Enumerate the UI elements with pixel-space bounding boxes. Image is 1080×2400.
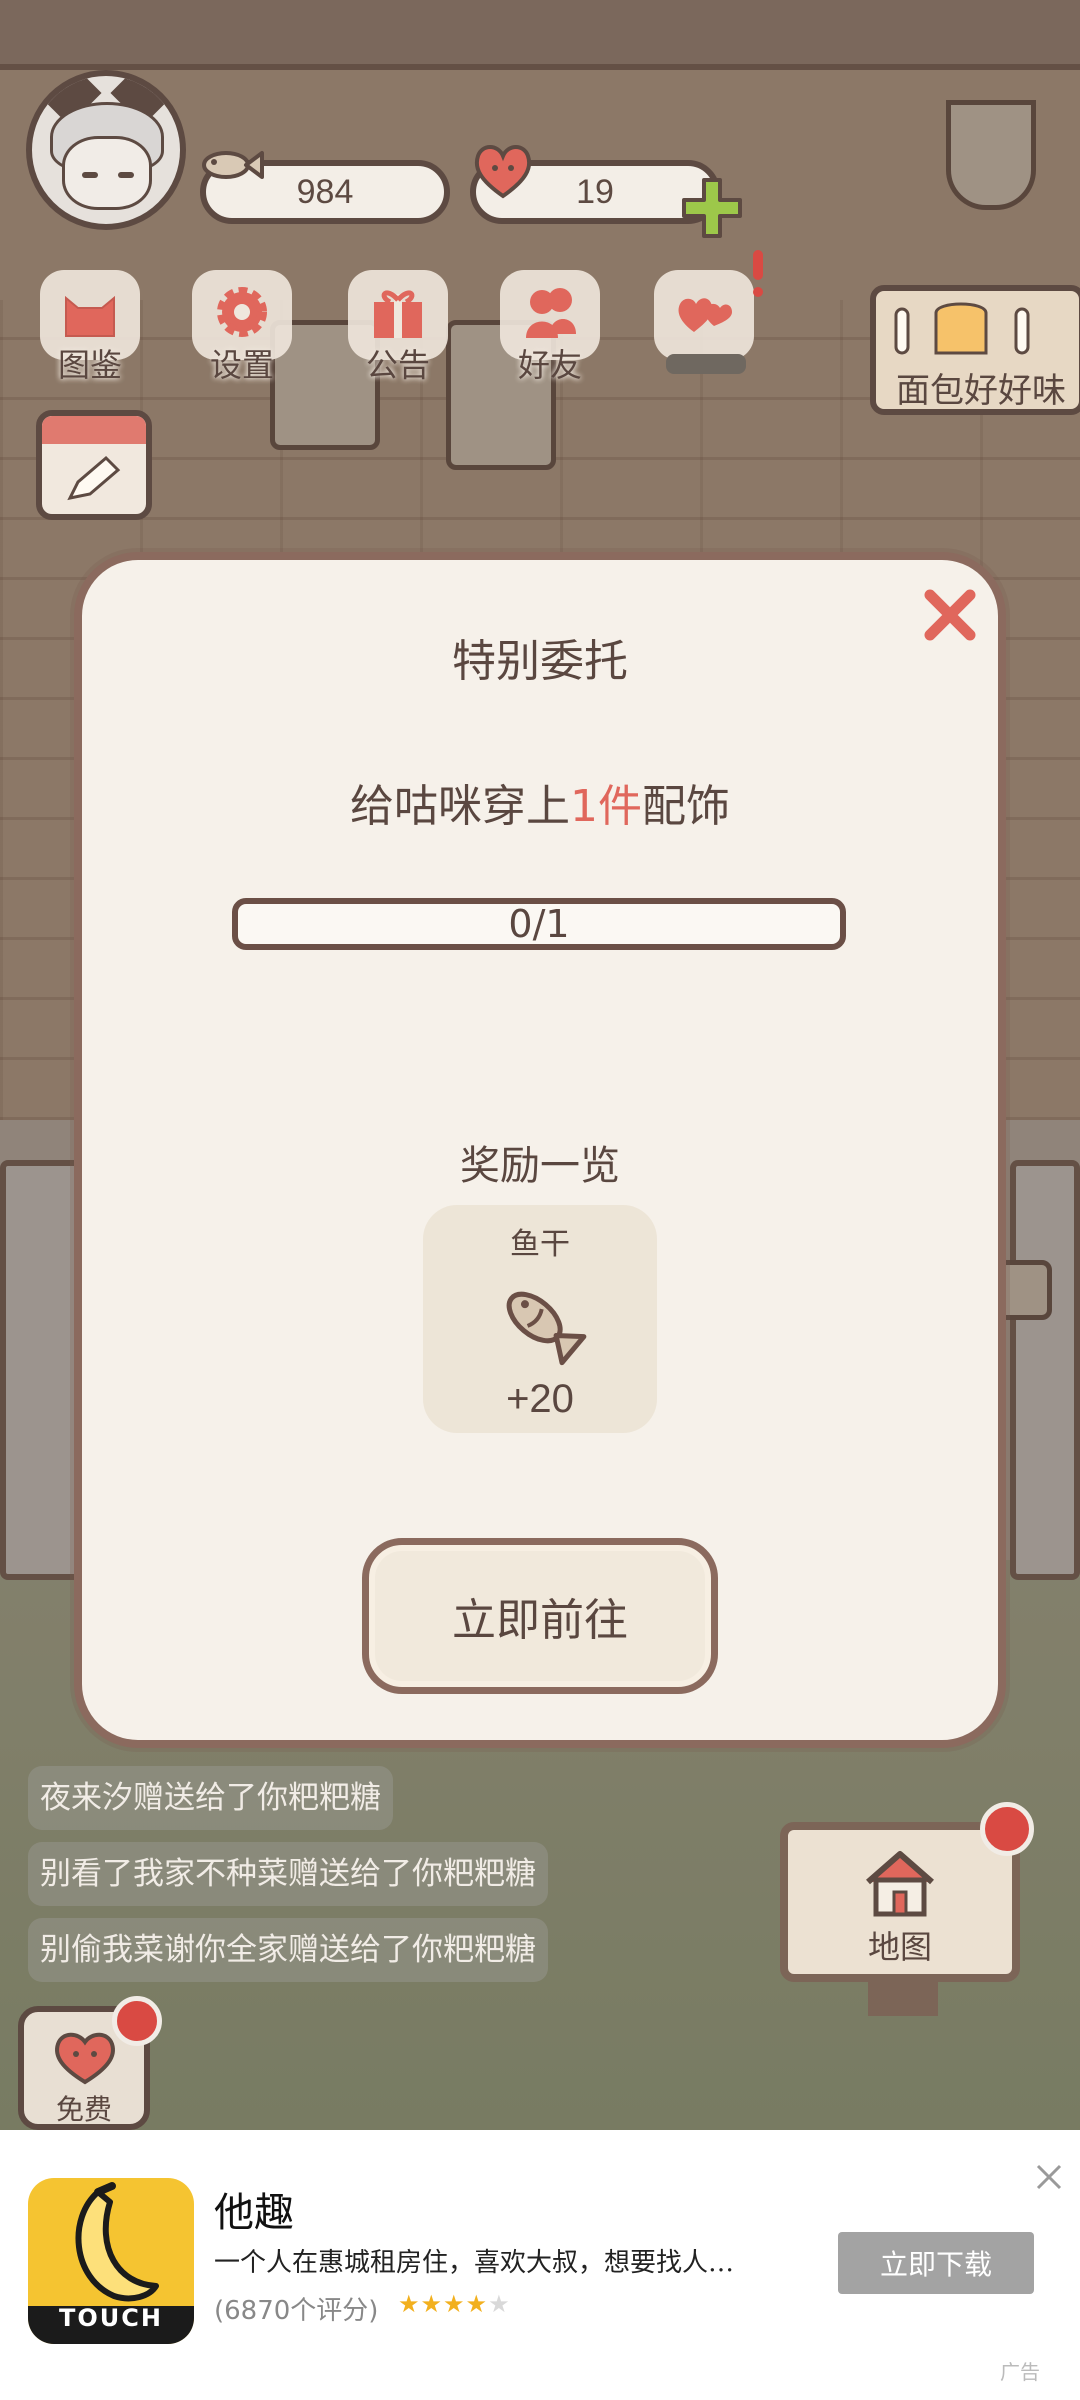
- star-icon: ★★★★: [398, 2290, 489, 2318]
- task-count: 1件: [570, 781, 642, 832]
- gift-icon: [374, 290, 422, 338]
- ad-app-title: 他趣: [214, 2190, 294, 2236]
- task-suffix: 配饰: [642, 781, 730, 832]
- free-label: 免费: [55, 2093, 112, 2126]
- ad-description: 一个人在惠城租房住，喜欢大叔，想要找人…: [214, 2248, 735, 2278]
- progress-text: 0/1: [508, 902, 570, 946]
- download-button[interactable]: 立即下载: [838, 2232, 1034, 2294]
- map-button[interactable]: 地图: [780, 1822, 1020, 1982]
- map-sign-post: [868, 1976, 938, 2016]
- rating-stars: ★★★★★: [398, 2290, 511, 2318]
- ad-rating-count: (6870个评分): [214, 2296, 379, 2326]
- bread-utensils-icon: [894, 302, 1030, 355]
- menu-settings-label: 设置: [209, 346, 274, 384]
- calendar-button[interactable]: [36, 410, 152, 520]
- menu-settings-button[interactable]: 设置: [182, 270, 302, 390]
- menu-friends-label: 好友: [517, 346, 582, 384]
- gift-log-item: 别看了我家不种菜赠送给了你粑粑糖: [28, 1842, 548, 1906]
- friends-icon: [526, 288, 576, 338]
- heart-face-icon: [55, 2032, 115, 2085]
- bread-shop-sign[interactable]: 面包好好味: [870, 285, 1080, 415]
- menu-announcement-label: 公告: [365, 346, 430, 384]
- ad-label: 广告: [1000, 2360, 1040, 2384]
- fish-count: 984: [296, 172, 354, 211]
- menu-friends-button[interactable]: 好友: [490, 270, 610, 390]
- map-label: 地图: [867, 1928, 932, 1966]
- menu-collection-button[interactable]: 图鉴: [30, 270, 150, 390]
- bread-shop-name: 面包好好味: [896, 371, 1066, 411]
- menu-collection-label: 图鉴: [57, 346, 122, 384]
- map-notification-dot: [980, 1802, 1034, 1856]
- task-prefix: 给咕咪穿上: [350, 781, 570, 832]
- reward-card[interactable]: 鱼干 +20: [423, 1205, 657, 1433]
- reward-amount: +20: [506, 1377, 574, 1421]
- heart-count: 19: [576, 172, 614, 211]
- task-description: 给咕咪穿上1件配饰: [74, 770, 1006, 834]
- menu-mailbox-button[interactable]: [644, 270, 764, 390]
- heart-icon: [474, 145, 532, 199]
- fish-icon: [506, 1291, 587, 1366]
- cat-face-icon: [65, 295, 115, 337]
- hearts-icon: [678, 298, 732, 332]
- pencil-icon: [67, 455, 121, 501]
- menu-announcement-button[interactable]: 公告: [338, 270, 458, 390]
- banana-icon: [75, 2182, 159, 2302]
- app-logo[interactable]: TOUCH: [28, 2178, 194, 2344]
- gift-log-item: 别偷我菜谢你全家赠送给了你粑粑糖: [28, 1918, 548, 1982]
- ad-banner[interactable]: TOUCH 他趣 一个人在惠城租房住，喜欢大叔，想要找人… (6870个评分) …: [0, 2130, 1080, 2400]
- gear-icon: [217, 287, 267, 337]
- rewards-heading: 奖励一览: [460, 1143, 620, 1189]
- add-hearts-button[interactable]: [680, 176, 744, 240]
- house-icon: [866, 1851, 934, 1917]
- reward-name: 鱼干: [510, 1227, 570, 1262]
- free-notification-dot: [112, 1996, 162, 2046]
- notification-exclamation-icon: [753, 250, 763, 297]
- ad-close-icon[interactable]: [1034, 2162, 1064, 2192]
- task-progress-bar: 0/1: [232, 898, 846, 950]
- star-empty-icon: ★: [488, 2290, 511, 2318]
- fish-icon: [202, 151, 264, 179]
- dialog-title: 特别委托: [452, 636, 628, 687]
- app-logo-text: TOUCH: [59, 2304, 163, 2332]
- player-avatar[interactable]: [26, 70, 186, 230]
- gift-log-item: 夜来汐赠送给了你粑粑糖: [28, 1766, 393, 1830]
- go-now-button[interactable]: 立即前往: [362, 1538, 718, 1694]
